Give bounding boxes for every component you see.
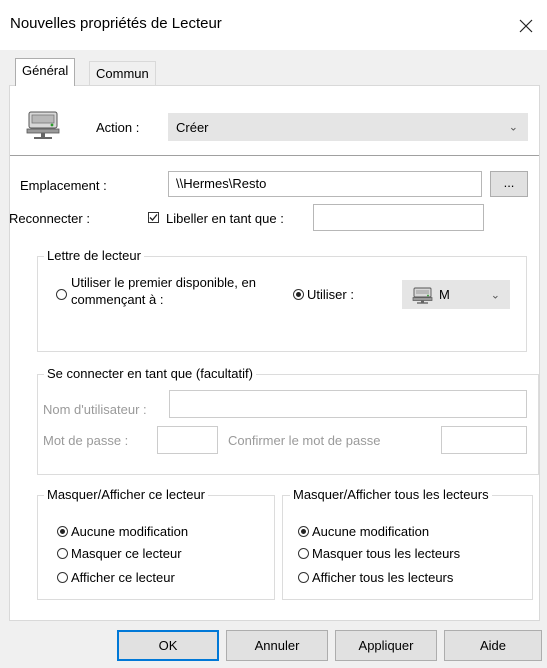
radio-hide-all-show[interactable] <box>298 572 309 583</box>
radio-hide-this-none[interactable] <box>57 526 68 537</box>
help-button[interactable]: Aide <box>444 630 542 661</box>
hide-this-option-hide: Masquer ce lecteur <box>71 546 182 561</box>
action-label: Action : <box>96 120 140 135</box>
first-available-label-1: Utiliser le premier disponible, en <box>71 275 256 290</box>
hide-all-option-hide: Masquer tous les lecteurs <box>312 546 461 561</box>
username-label: Nom d'utilisateur : <box>43 402 147 417</box>
username-input[interactable] <box>169 390 527 418</box>
hide-all-option-show: Afficher tous les lecteurs <box>312 570 454 585</box>
connect-as-legend: Se connecter en tant que (facultatif) <box>44 366 256 381</box>
separator <box>10 155 539 156</box>
radio-first-available[interactable] <box>56 289 67 300</box>
drive-letter-select[interactable]: M ⌄ <box>402 280 510 309</box>
ok-button[interactable]: OK <box>117 630 219 661</box>
hide-this-option-none: Aucune modification <box>71 524 189 539</box>
password-label: Mot de passe : <box>43 433 129 448</box>
radio-hide-this-hide[interactable] <box>57 548 68 559</box>
cancel-button[interactable]: Annuler <box>226 630 328 661</box>
network-drive-icon <box>26 110 62 143</box>
action-select[interactable]: Créer ⌄ <box>168 113 528 141</box>
hide-all-legend: Masquer/Afficher tous les lecteurs <box>290 487 492 502</box>
confirm-password-input[interactable] <box>441 426 527 454</box>
libeller-label: Libeller en tant que : <box>166 211 284 226</box>
hide-this-option-show: Afficher ce lecteur <box>71 570 175 585</box>
confirm-password-label: Confirmer le mot de passe <box>228 433 381 448</box>
first-available-label-2: commençant à : <box>71 292 164 307</box>
browse-button[interactable]: ... <box>490 171 528 197</box>
use-letter-label: Utiliser : <box>307 287 354 302</box>
drive-icon <box>412 287 433 304</box>
password-input[interactable] <box>157 426 218 454</box>
apply-button[interactable]: Appliquer <box>335 630 437 661</box>
emplacement-value: \\Hermes\Resto <box>176 176 267 191</box>
radio-use-letter[interactable] <box>293 289 304 300</box>
chevron-down-icon: ⌄ <box>508 121 518 134</box>
reconnect-label: Reconnecter : <box>9 211 90 226</box>
drive-letter-value: M <box>439 287 450 302</box>
radio-hide-all-hide[interactable] <box>298 548 309 559</box>
hide-this-legend: Masquer/Afficher ce lecteur <box>44 487 208 502</box>
radio-hide-all-none[interactable] <box>298 526 309 537</box>
chevron-down-icon: ⌄ <box>490 289 500 301</box>
radio-hide-this-show[interactable] <box>57 572 68 583</box>
emplacement-input[interactable]: \\Hermes\Resto <box>168 171 482 197</box>
emplacement-label: Emplacement : <box>20 178 107 193</box>
drive-letter-legend: Lettre de lecteur <box>44 248 144 263</box>
checkmark-icon <box>149 214 158 221</box>
reconnect-checkbox[interactable] <box>148 212 159 223</box>
libeller-input[interactable] <box>313 204 484 231</box>
hide-all-option-none: Aucune modification <box>312 524 430 539</box>
action-value: Créer <box>176 120 209 135</box>
